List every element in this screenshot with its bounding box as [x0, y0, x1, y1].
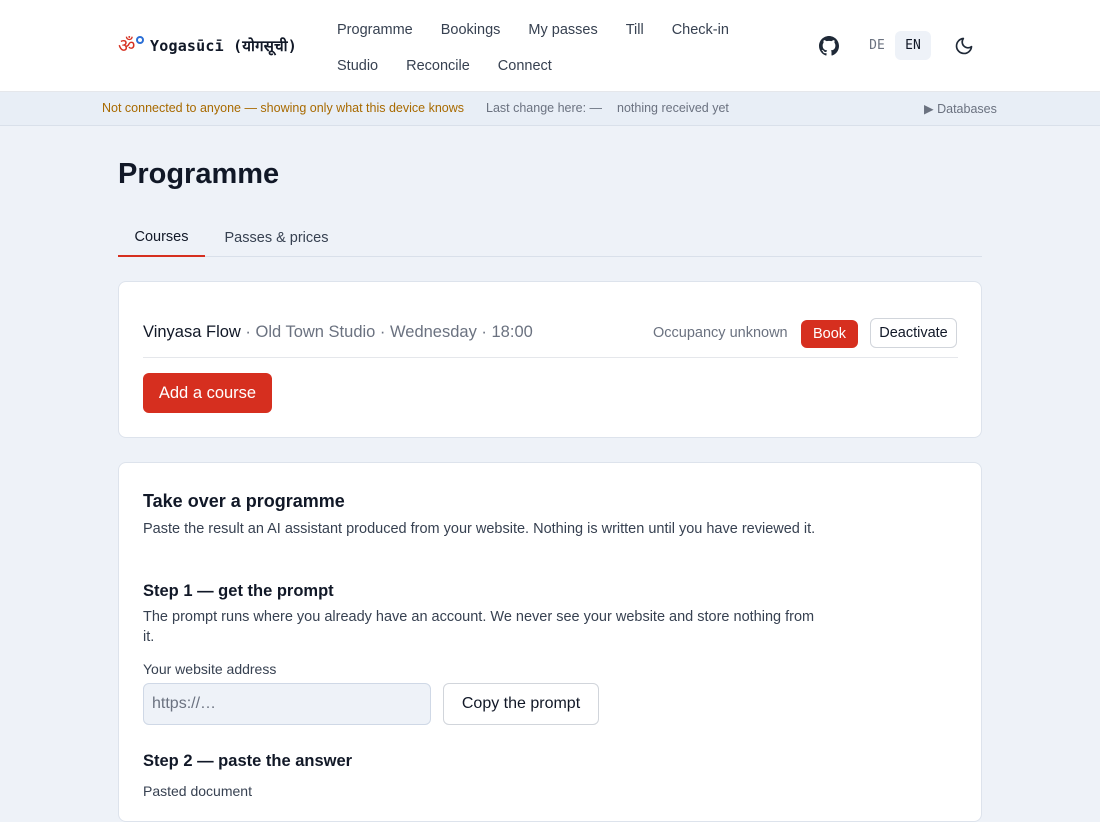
nav-studio[interactable]: Studio — [337, 58, 378, 74]
step2-title: Step 2 — paste the answer — [143, 752, 353, 770]
takeover-intro: Paste the result an AI assistant produce… — [143, 521, 816, 537]
main-nav: Programme Bookings My passes Till Check-… — [337, 12, 757, 84]
course-title: Vinyasa Flow · Old Town Studio · Wednesd… — [143, 323, 533, 341]
databases-toggle[interactable]: ▶ Databases — [924, 101, 997, 116]
app-header: ॐ Yogasūcī (योगसूची) Programme Bookings … — [0, 0, 1100, 92]
connection-status: Not connected to anyone — showing only w… — [102, 101, 465, 115]
programme-tabs: Courses Passes & prices — [118, 218, 982, 257]
nav-programme[interactable]: Programme — [337, 22, 413, 38]
nav-connect[interactable]: Connect — [498, 58, 552, 74]
website-label: Your website address — [143, 661, 277, 677]
website-url-input[interactable] — [143, 683, 431, 725]
step1-text: The prompt runs where you already have a… — [143, 609, 815, 645]
lang-en-button[interactable]: EN — [895, 31, 931, 60]
language-switcher: DE EN — [859, 31, 931, 60]
deactivate-button[interactable]: Deactivate — [870, 318, 957, 348]
tab-courses[interactable]: Courses — [118, 218, 205, 257]
received-status: nothing received yet — [617, 101, 729, 115]
nav-till[interactable]: Till — [626, 22, 644, 38]
brand-name: Yogasūcī (योगसूची) — [150, 37, 297, 55]
last-change-status: Last change here: — — [486, 101, 603, 115]
occupancy-status: Occupancy unknown — [653, 325, 788, 341]
brand-logo[interactable]: ॐ Yogasūcī (योगसूची) — [118, 34, 297, 58]
pasted-document-label: Pasted document — [143, 783, 252, 799]
course-row: Vinyasa Flow · Old Town Studio · Wednesd… — [143, 318, 958, 358]
takeover-title: Take over a programme — [143, 491, 345, 511]
page-title: Programme — [118, 158, 280, 190]
step1-title: Step 1 — get the prompt — [143, 582, 334, 600]
github-icon[interactable] — [819, 36, 839, 56]
lang-de-button[interactable]: DE — [859, 31, 895, 60]
nav-check-in[interactable]: Check-in — [672, 22, 729, 38]
takeover-card: Take over a programme Paste the result a… — [118, 462, 982, 822]
moon-icon[interactable] — [954, 36, 974, 56]
course-details: · Old Town Studio · Wednesday · 18:00 — [240, 323, 533, 341]
sync-status-bar: Not connected to anyone — showing only w… — [0, 92, 1100, 126]
nav-reconcile[interactable]: Reconcile — [406, 58, 470, 74]
add-course-button[interactable]: Add a course — [143, 373, 272, 413]
nav-my-passes[interactable]: My passes — [528, 22, 597, 38]
nav-bookings[interactable]: Bookings — [441, 22, 501, 38]
tab-passes-prices[interactable]: Passes & prices — [213, 218, 340, 257]
om-logo-icon: ॐ — [118, 34, 144, 58]
copy-prompt-button[interactable]: Copy the prompt — [443, 683, 599, 725]
book-button[interactable]: Book — [801, 320, 858, 348]
courses-card: Vinyasa Flow · Old Town Studio · Wednesd… — [118, 281, 982, 438]
